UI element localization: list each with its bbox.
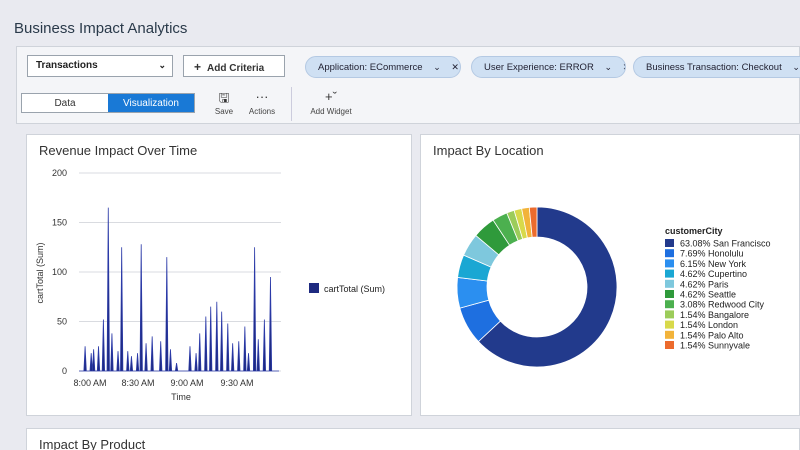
y-tick-label: 150 (52, 218, 67, 228)
filter-chip-application[interactable]: Application: ECommerce ⌄ ✕ (305, 56, 461, 78)
legend-label: 4.62% Seattle (680, 290, 736, 300)
x-tick-label: 8:30 AM (121, 378, 154, 388)
select-value: Transactions (36, 60, 98, 71)
panel-title: Impact By Product (39, 437, 146, 450)
revenue-area-chart: 0 50 100 150 200 8:00 AM 8:30 AM 9:00 AM 9:30 AM… (35, 168, 385, 402)
x-axis-label: Time (171, 392, 191, 402)
close-icon[interactable]: ✕ (623, 62, 625, 72)
add-widget-icon: +ˇ (325, 89, 337, 104)
legend-swatch (665, 279, 674, 288)
legend-label: 1.54% London (680, 320, 738, 330)
impact-by-location-panel: Impact By Location customerCity 63.08% Sa… (420, 134, 800, 416)
legend-swatch (665, 320, 674, 329)
chevron-down-icon[interactable]: ⌄ (433, 62, 441, 72)
legend-title: customerCity (665, 226, 723, 236)
legend-swatch (665, 310, 674, 319)
legend-swatch (665, 290, 674, 298)
add-widget-button[interactable]: +ˇ Add Widget (305, 89, 357, 116)
y-tick-label: 0 (62, 366, 67, 376)
add-widget-label: Add Widget (310, 107, 352, 116)
filter-chip-label: Business Transaction: Checkout (646, 62, 782, 73)
legend-label: 7.69% Honolulu (680, 249, 744, 259)
actions-button[interactable]: ··· Actions (237, 89, 287, 116)
view-toggle: Data Visualization (21, 93, 195, 113)
legend-swatch (309, 283, 319, 293)
x-tick-label: 9:30 AM (220, 378, 253, 388)
chevron-down-icon: ⌄ (158, 60, 166, 70)
query-toolbar: Transactions ⌄ + Add Criteria Application… (16, 46, 800, 124)
transactions-select[interactable]: Transactions ⌄ (27, 55, 173, 77)
chevron-down-icon[interactable]: ⌄ (604, 62, 612, 72)
legend-swatch (665, 269, 674, 278)
close-icon[interactable]: ✕ (451, 62, 459, 72)
add-criteria-button[interactable]: + Add Criteria (183, 55, 285, 77)
impact-by-product-panel: Impact By Product (26, 428, 800, 450)
legend-swatch (665, 239, 674, 247)
y-tick-label: 100 (52, 267, 67, 277)
revenue-impact-panel: Revenue Impact Over Time 0 50 100 150 200 8:0… (26, 134, 412, 416)
legend-swatch (665, 341, 674, 349)
filter-chip-user-experience[interactable]: User Experience: ERROR ⌄ ✕ (471, 56, 626, 78)
app-title: Business Impact Analytics (14, 20, 188, 37)
y-axis-label: cartTotal (Sum) (35, 242, 45, 303)
x-tick-label: 8:00 AM (73, 378, 106, 388)
tab-data[interactable]: Data (22, 94, 108, 112)
legend-label: 3.08% Redwood City (680, 300, 765, 310)
legend-label: 6.15% New York (680, 259, 747, 269)
plus-icon: + (194, 60, 202, 74)
y-tick-label: 50 (57, 317, 67, 327)
legend-label: 1.54% Palo Alto (680, 330, 744, 340)
y-tick-label: 200 (52, 168, 67, 178)
add-criteria-label: Add Criteria (207, 63, 265, 74)
tab-visualization[interactable]: Visualization (108, 94, 194, 112)
chevron-down-icon[interactable]: ⌄ (792, 62, 800, 72)
series-area-cart-total (79, 207, 279, 372)
location-donut-chart: customerCity 63.08% San Francisco7.69% Ho… (456, 206, 771, 368)
legend-label: 4.62% Paris (680, 279, 729, 289)
filter-chip-business-transaction[interactable]: Business Transaction: Checkout ⌄ ✕ (633, 56, 800, 78)
legend-label: 1.54% Bangalore (680, 310, 749, 320)
more-icon: ··· (255, 89, 269, 104)
toolbar-divider (291, 87, 292, 121)
filter-chip-label: Application: ECommerce (318, 62, 423, 73)
legend-swatch (665, 249, 674, 258)
legend-label: cartTotal (Sum) (324, 284, 385, 294)
legend-label: 63.08% San Francisco (680, 239, 771, 249)
legend-swatch (665, 259, 674, 268)
actions-label: Actions (248, 107, 276, 116)
x-tick-label: 9:00 AM (170, 378, 203, 388)
save-label: Save (214, 107, 234, 116)
legend-swatch (665, 330, 674, 339)
legend-label: 4.62% Cupertino (680, 269, 747, 279)
legend-swatch (665, 300, 674, 309)
filter-chip-label: User Experience: ERROR (484, 62, 594, 73)
legend-label: 1.54% Sunnyvale (680, 341, 750, 351)
